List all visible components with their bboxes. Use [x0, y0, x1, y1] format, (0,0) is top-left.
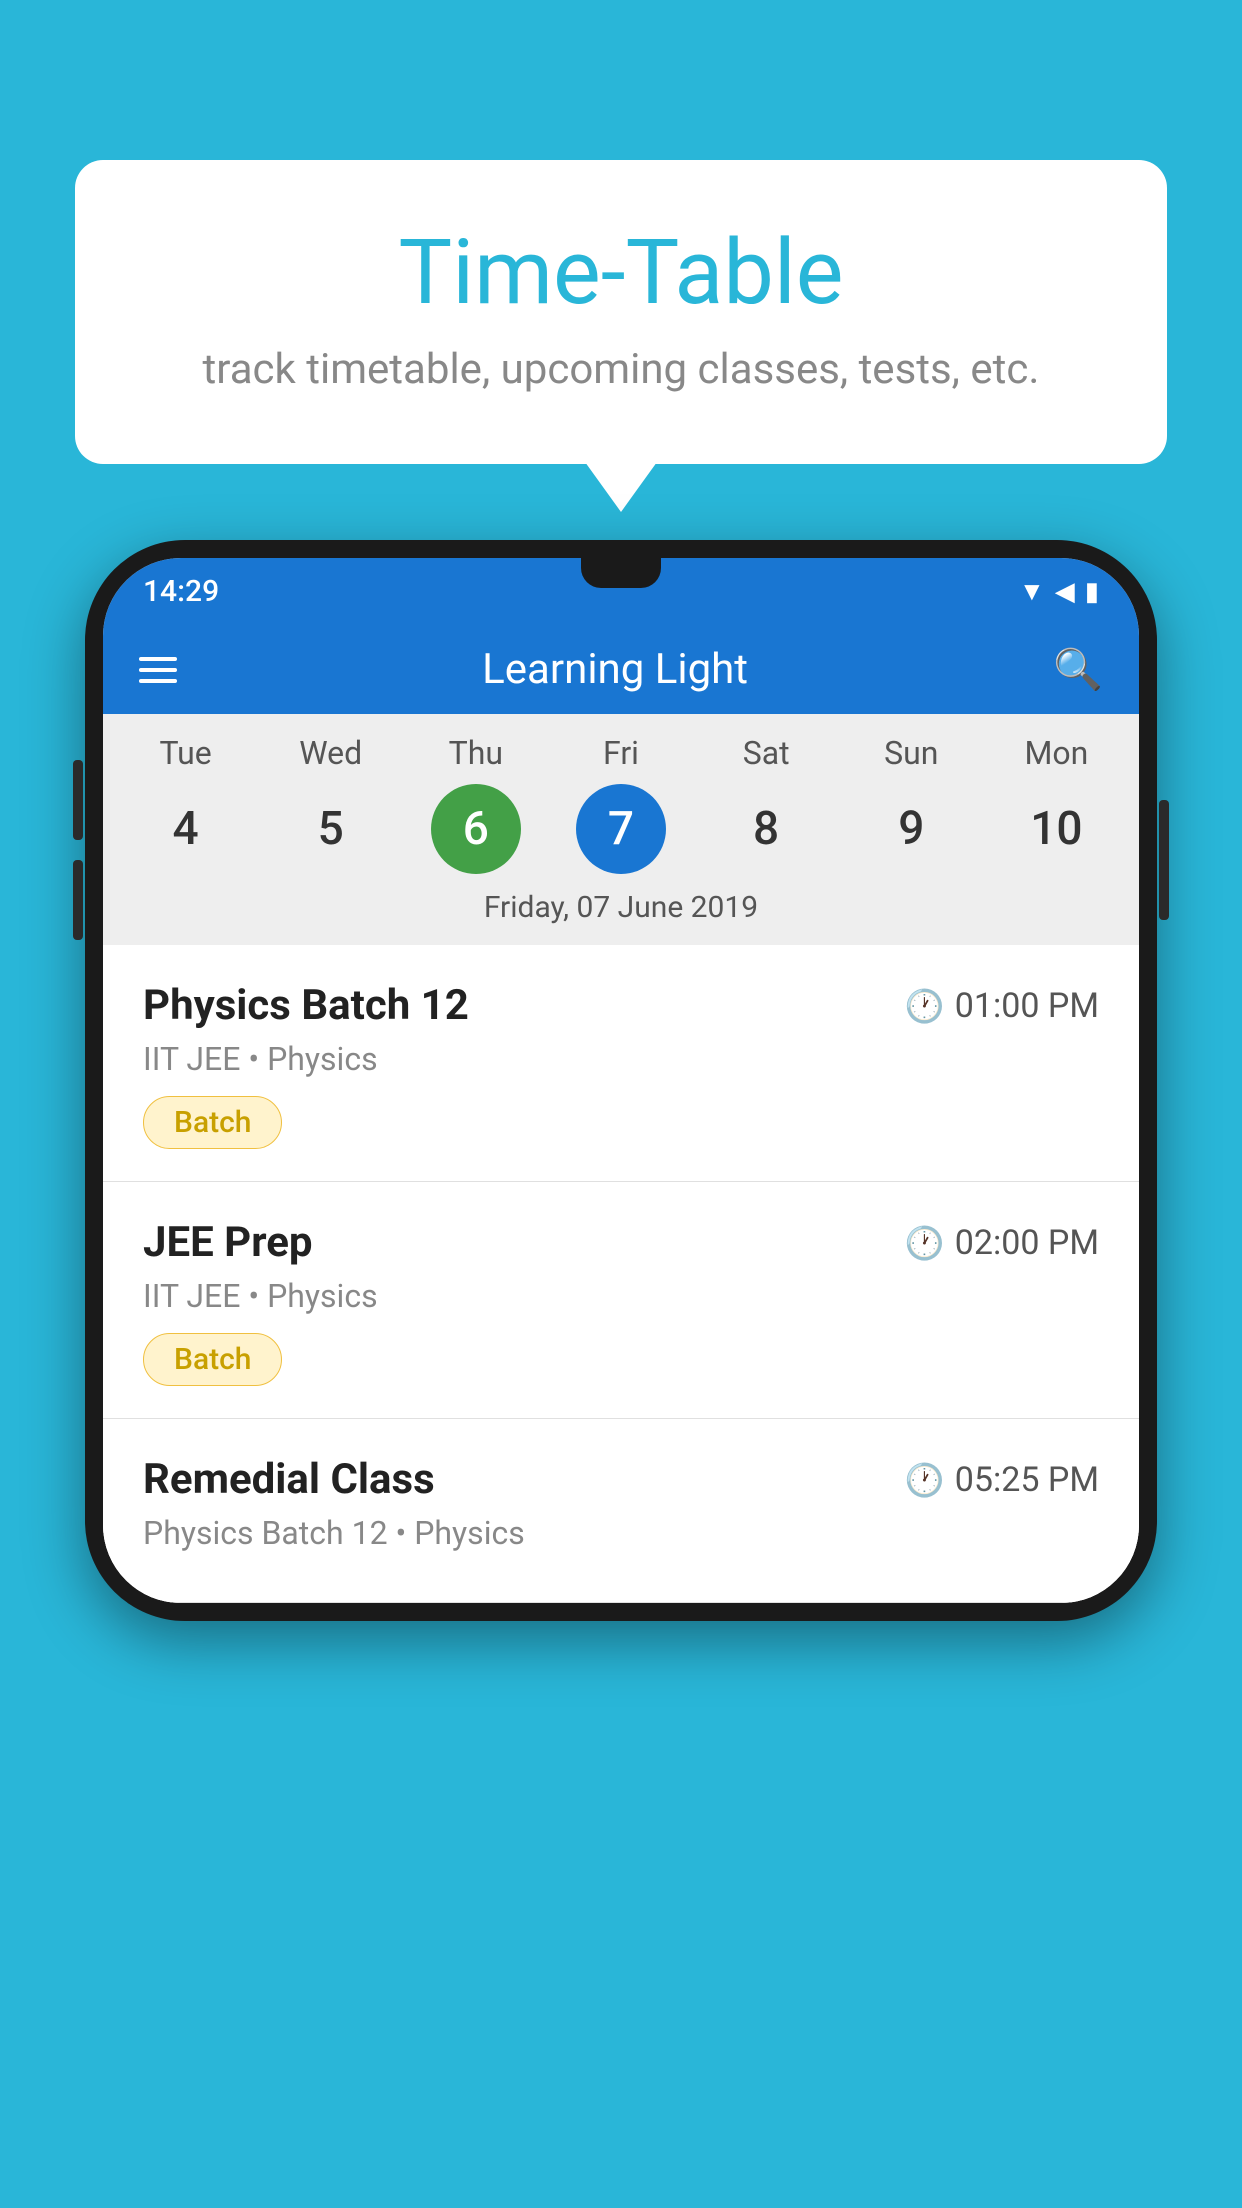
day-col-sun[interactable]: Sun 9 [846, 734, 976, 874]
hamburger-menu-button[interactable] [139, 657, 177, 683]
schedule-title-2: Remedial Class [143, 1455, 435, 1504]
phone-mockup: 14:29 ▼ ◀ ▮ Learning Light 🔍 [85, 540, 1157, 1621]
wifi-icon: ▼ [1019, 576, 1045, 607]
schedule-item-0[interactable]: Physics Batch 12 🕐 01:00 PM IIT JEE • Ph… [103, 945, 1139, 1182]
day-name-0: Tue [159, 734, 211, 772]
battery-icon: ▮ [1085, 577, 1099, 607]
schedule-item-2[interactable]: Remedial Class 🕐 05:25 PM Physics Batch … [103, 1419, 1139, 1603]
schedule-time-2: 🕐 05:25 PM [905, 1460, 1099, 1500]
app-bar: Learning Light 🔍 [103, 625, 1139, 714]
days-row: Tue 4 Wed 5 Thu 6 Fri 7 Sat 8 Sun 9 Mon 10 [103, 734, 1139, 874]
volume-down-button [73, 860, 83, 940]
day-name-4: Sat [743, 734, 790, 772]
day-num-3[interactable]: 7 [576, 784, 666, 874]
day-col-thu[interactable]: Thu 6 [411, 734, 541, 874]
notch [581, 558, 661, 588]
hamburger-line-2 [139, 668, 177, 672]
power-button [1159, 800, 1169, 920]
day-name-1: Wed [299, 734, 362, 772]
search-icon[interactable]: 🔍 [1053, 646, 1103, 693]
day-num-0[interactable]: 4 [141, 784, 231, 874]
day-num-4[interactable]: 8 [721, 784, 811, 874]
clock-icon-1: 🕐 [905, 1224, 945, 1262]
schedule-meta-1: IIT JEE • Physics [143, 1277, 1099, 1315]
clock-icon-0: 🕐 [905, 987, 945, 1025]
hamburger-line-3 [139, 679, 177, 683]
day-col-sat[interactable]: Sat 8 [701, 734, 831, 874]
day-name-2: Thu [449, 734, 503, 772]
schedule-list: Physics Batch 12 🕐 01:00 PM IIT JEE • Ph… [103, 945, 1139, 1603]
app-bar-title: Learning Light [482, 645, 748, 694]
selected-date-label: Friday, 07 June 2019 [103, 874, 1139, 945]
day-col-mon[interactable]: Mon 10 [991, 734, 1121, 874]
status-time: 14:29 [143, 574, 219, 609]
schedule-time-0: 🕐 01:00 PM [905, 986, 1099, 1026]
speech-bubble-container: Time-Table track timetable, upcoming cla… [75, 160, 1167, 464]
day-name-3: Fri [603, 734, 639, 772]
day-num-6[interactable]: 10 [1011, 784, 1101, 874]
schedule-item-header-1: JEE Prep 🕐 02:00 PM [143, 1218, 1099, 1267]
phone-body: 14:29 ▼ ◀ ▮ Learning Light 🔍 [85, 540, 1157, 1621]
day-name-5: Sun [884, 734, 938, 772]
volume-up-button [73, 760, 83, 840]
batch-badge-1: Batch [143, 1333, 282, 1386]
bubble-subtitle: track timetable, upcoming classes, tests… [145, 345, 1097, 394]
day-col-fri[interactable]: Fri 7 [556, 734, 686, 874]
schedule-item-header-0: Physics Batch 12 🕐 01:00 PM [143, 981, 1099, 1030]
schedule-title-1: JEE Prep [143, 1218, 313, 1267]
clock-icon-2: 🕐 [905, 1461, 945, 1499]
day-name-6: Mon [1024, 734, 1088, 772]
bubble-title: Time-Table [145, 220, 1097, 325]
schedule-meta-0: IIT JEE • Physics [143, 1040, 1099, 1078]
schedule-item-1[interactable]: JEE Prep 🕐 02:00 PM IIT JEE • Physics Ba… [103, 1182, 1139, 1419]
batch-badge-0: Batch [143, 1096, 282, 1149]
day-col-tue[interactable]: Tue 4 [121, 734, 251, 874]
day-num-1[interactable]: 5 [286, 784, 376, 874]
day-col-wed[interactable]: Wed 5 [266, 734, 396, 874]
calendar-strip: Tue 4 Wed 5 Thu 6 Fri 7 Sat 8 Sun 9 Mon 10 Friday, 07… [103, 714, 1139, 945]
day-num-5[interactable]: 9 [866, 784, 956, 874]
phone-screen: 14:29 ▼ ◀ ▮ Learning Light 🔍 [103, 558, 1139, 1603]
hamburger-line-1 [139, 657, 177, 661]
day-num-2[interactable]: 6 [431, 784, 521, 874]
speech-bubble: Time-Table track timetable, upcoming cla… [75, 160, 1167, 464]
schedule-time-1: 🕐 02:00 PM [905, 1223, 1099, 1263]
schedule-item-header-2: Remedial Class 🕐 05:25 PM [143, 1455, 1099, 1504]
schedule-meta-2: Physics Batch 12 • Physics [143, 1514, 1099, 1552]
status-bar: 14:29 ▼ ◀ ▮ [103, 558, 1139, 625]
signal-icon: ◀ [1055, 577, 1075, 607]
status-icons: ▼ ◀ ▮ [1019, 576, 1099, 607]
schedule-title-0: Physics Batch 12 [143, 981, 469, 1030]
